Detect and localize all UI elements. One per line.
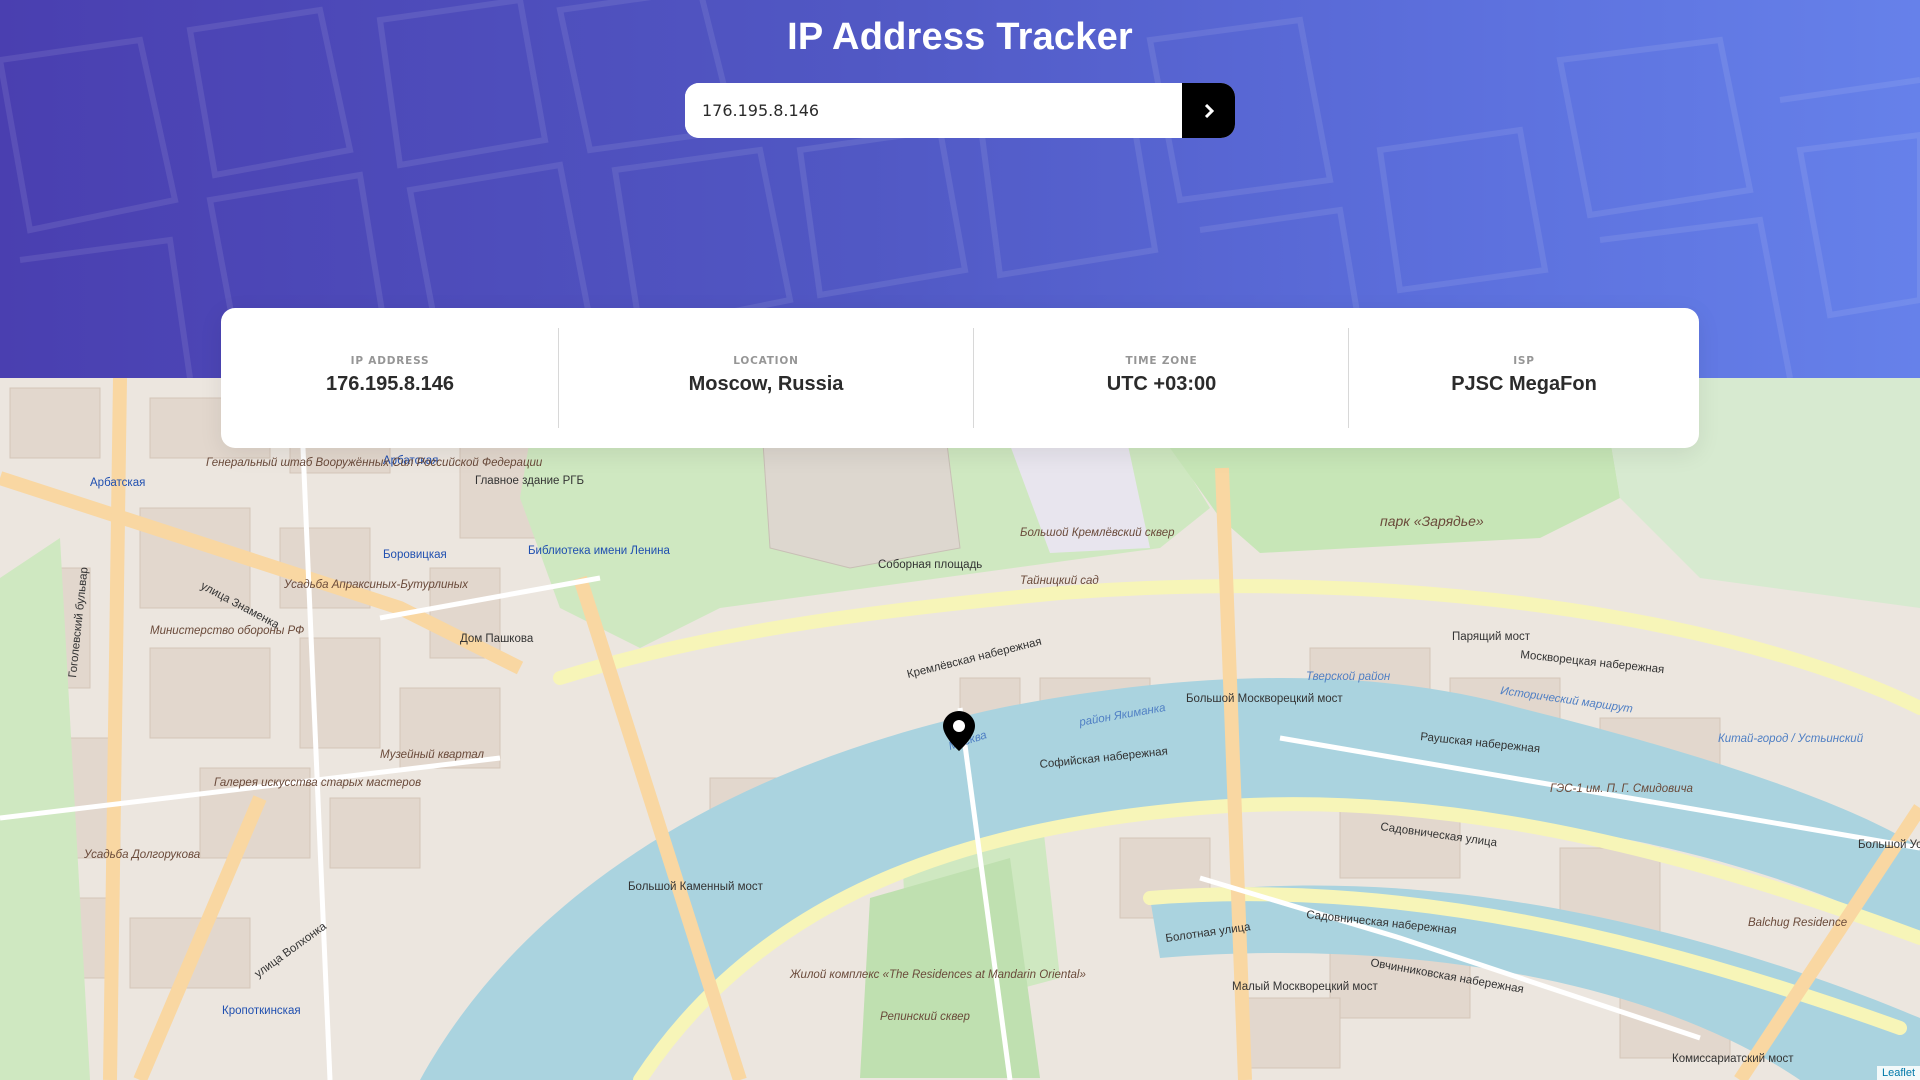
map-label: Галерея искусства старых мастеров (214, 777, 421, 789)
map-label: Тверской район (1306, 671, 1391, 683)
map-label: Главное здание РГБ (475, 475, 584, 487)
location-value: Moscow, Russia (688, 372, 844, 395)
location-pin-icon[interactable] (942, 710, 976, 752)
isp-section: ISP PJSC MegaFon (1349, 308, 1699, 448)
map-label: Комиссариатский мост (1672, 1053, 1794, 1065)
map-label: Репинский сквер (880, 1011, 970, 1023)
timezone-value: UTC +03:00 (1106, 372, 1217, 395)
map-label: Большой Москворецкий мост (1186, 693, 1343, 705)
ip-address-value: 176.195.8.146 (326, 372, 454, 395)
map-label: Большой Кремлёвский сквер (1020, 527, 1175, 539)
map-label: Усадьба Долгорукова (83, 849, 200, 861)
search-submit-button[interactable] (1182, 83, 1235, 138)
map-label: Министерство обороны РФ (150, 625, 304, 637)
location-section: LOCATION Moscow, Russia (559, 308, 973, 448)
location-label: LOCATION (733, 354, 799, 367)
ip-search-input[interactable] (685, 83, 1182, 138)
map-label: Соборная площадь (878, 559, 982, 571)
map-label: Библиотека имени Ленина (528, 545, 670, 557)
ip-address-section: IP ADDRESS 176.195.8.146 (221, 308, 559, 448)
ip-info-card: IP ADDRESS 176.195.8.146 LOCATION Moscow… (221, 308, 1699, 448)
map-attribution[interactable]: Leaflet (1876, 1066, 1920, 1080)
map-label: Жилой комплекс «The Residences at Mandar… (789, 969, 1086, 981)
map-label: Усадьба Апраксиных-Бутурлиных (283, 579, 469, 591)
map-label: Арбатская (90, 477, 145, 489)
map-label: Balchug Residence (1748, 917, 1847, 929)
chevron-right-icon (1204, 103, 1214, 118)
map-label: Боровицкая (383, 549, 447, 561)
ip-address-label: IP ADDRESS (350, 354, 430, 367)
map-label: Малый Москворецкий мост (1232, 981, 1378, 993)
map-label: Тайницкий сад (1020, 575, 1099, 587)
map-label: Музейный квартал (380, 749, 485, 761)
map-label: Большой Устьинский мост (1858, 839, 1920, 851)
map-label: Кропоткинская (222, 1005, 301, 1017)
ip-search-form (685, 83, 1235, 138)
isp-label: ISP (1513, 354, 1535, 367)
map-label: Генеральный штаб Вооружённых Сил Российс… (206, 457, 543, 469)
timezone-label: TIME ZONE (1125, 354, 1198, 367)
isp-value: PJSC MegaFon (1451, 372, 1597, 395)
map-label: Большой Каменный мост (628, 881, 764, 893)
map-label: Парящий мост (1452, 631, 1531, 643)
map-label: парк «Зарядье» (1380, 513, 1484, 529)
map-label: Дом Пашкова (460, 633, 534, 645)
timezone-section: TIME ZONE UTC +03:00 (974, 308, 1349, 448)
map-view[interactable]: Арбатская Арбатская Боровицкая Кропоткин… (0, 378, 1920, 1080)
map-label: Китай-город / Устьинский (1718, 733, 1864, 745)
page-title: IP Address Tracker (787, 16, 1133, 58)
map-label: ГЭС-1 им. П. Г. Смидовича (1550, 783, 1693, 795)
